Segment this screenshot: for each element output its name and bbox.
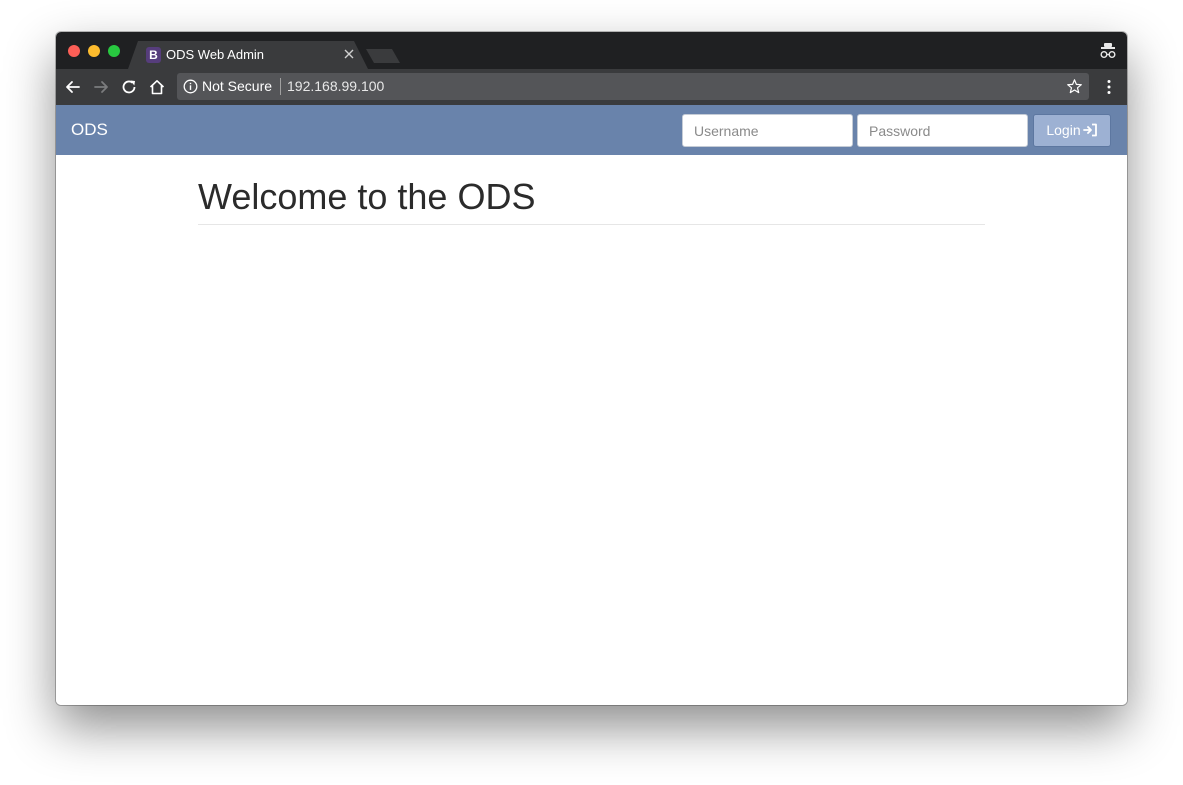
close-window-button[interactable] [68, 45, 80, 57]
tab-ods-web-admin[interactable]: B ODS Web Admin [128, 41, 368, 69]
tab-strip: B ODS Web Admin [56, 32, 1127, 69]
username-input[interactable] [682, 114, 853, 147]
info-icon[interactable] [183, 79, 198, 94]
heading-divider [198, 224, 985, 225]
new-tab-button[interactable] [366, 49, 400, 63]
more-menu-icon[interactable] [1100, 78, 1118, 96]
security-status-label[interactable]: Not Secure [202, 78, 272, 95]
back-arrow-icon[interactable] [64, 78, 82, 96]
password-input[interactable] [857, 114, 1028, 147]
page-title: Welcome to the ODS [198, 176, 536, 217]
omnibox-divider [280, 78, 281, 95]
browser-window: B ODS Web Admin Not Secure 192.168.99.10… [56, 32, 1127, 705]
close-icon[interactable] [342, 47, 356, 61]
forward-arrow-icon[interactable] [92, 78, 110, 96]
incognito-icon [1100, 43, 1116, 58]
browser-toolbar: Not Secure 192.168.99.100 [56, 69, 1127, 105]
zoom-window-button[interactable] [108, 45, 120, 57]
address-bar[interactable]: Not Secure 192.168.99.100 [177, 73, 1089, 100]
page-content: ODS Login Welcome to the ODS [56, 105, 1127, 705]
reload-icon[interactable] [120, 78, 138, 96]
login-button-label: Login [1046, 122, 1081, 138]
bookmark-star-icon[interactable] [1066, 78, 1083, 95]
minimize-window-button[interactable] [88, 45, 100, 57]
sign-in-icon [1082, 123, 1097, 137]
login-button[interactable]: Login [1033, 114, 1111, 147]
navbar-brand[interactable]: ODS [71, 120, 108, 140]
site-navbar: ODS Login [56, 105, 1127, 155]
tab-title: ODS Web Admin [166, 47, 265, 62]
url-text[interactable]: 192.168.99.100 [287, 78, 384, 95]
home-icon[interactable] [148, 78, 166, 96]
bootstrap-favicon-icon: B [146, 47, 161, 63]
